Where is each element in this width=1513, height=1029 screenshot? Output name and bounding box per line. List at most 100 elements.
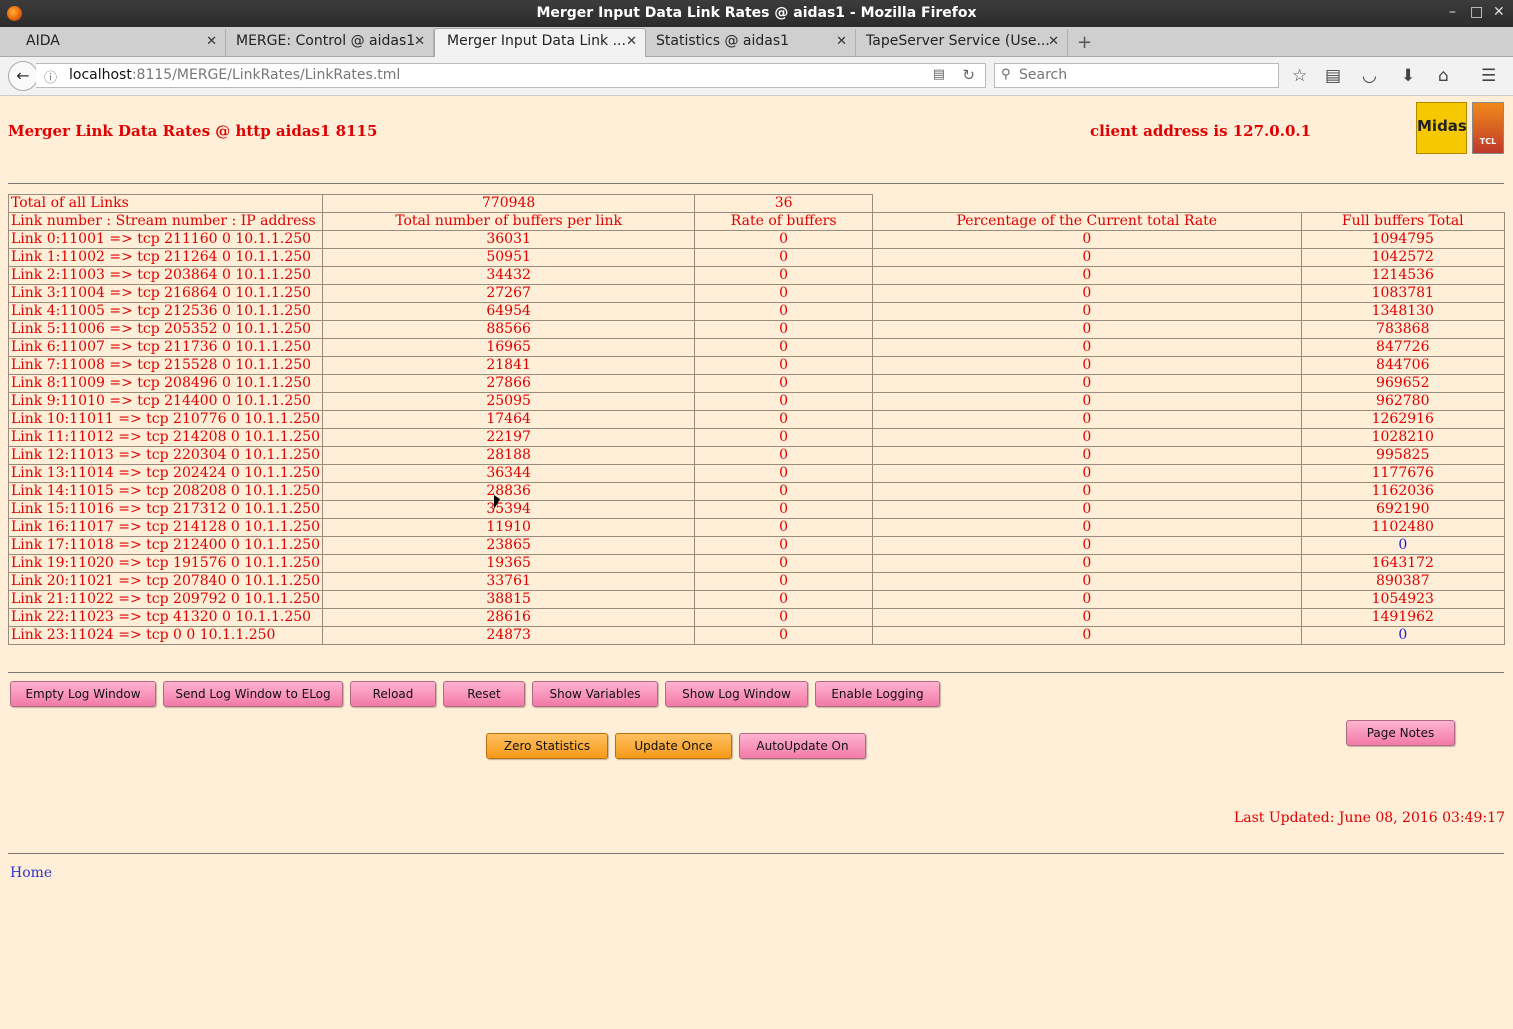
rate-cell: 0 — [694, 554, 874, 573]
percentage-cell: 0 — [872, 284, 1302, 303]
full-buffers-cell: 692190 — [1300, 500, 1506, 519]
table-row: Link 16:11017 => tcp 214128 0 10.1.1.250… — [8, 518, 1506, 537]
full-buffers-cell: 783868 — [1300, 320, 1506, 339]
buffers-cell: 27267 — [321, 284, 696, 303]
percentage-cell: 0 — [872, 302, 1302, 321]
tab-close-icon[interactable]: ✕ — [836, 34, 847, 49]
rate-cell: 0 — [694, 482, 874, 501]
home-link[interactable]: Home — [10, 865, 52, 881]
reload-button[interactable]: Reload — [350, 681, 436, 707]
buffers-cell: 64954 — [321, 302, 696, 321]
link-id-cell: Link 9:11010 => tcp 214400 0 10.1.1.250 — [8, 392, 323, 411]
send-log-to-elog-button[interactable]: Send Log Window to ELog — [163, 681, 343, 707]
reader-view-icon[interactable]: ▤ — [933, 67, 945, 82]
percentage-cell: 0 — [872, 500, 1302, 519]
tab-merge-control[interactable]: MERGE: Control @ aidas1 ✕ — [224, 29, 434, 56]
table-row: Link 17:11018 => tcp 212400 0 10.1.1.250… — [8, 536, 1506, 555]
update-once-button[interactable]: Update Once — [615, 733, 732, 759]
full-buffers-cell: 1028210 — [1300, 428, 1506, 447]
search-input[interactable] — [1017, 66, 1271, 84]
link-id-cell: Link 21:11022 => tcp 209792 0 10.1.1.250 — [8, 590, 323, 609]
tab-statistics[interactable]: Statistics @ aidas1 ✕ — [644, 29, 856, 56]
page-title: Merger Link Data Rates @ http aidas1 811… — [8, 122, 378, 140]
close-window-icon[interactable]: ✕ — [1493, 4, 1505, 20]
link-id-cell: Link 19:11020 => tcp 191576 0 10.1.1.250 — [8, 554, 323, 573]
rate-cell: 0 — [694, 320, 874, 339]
tab-close-icon[interactable]: ✕ — [206, 34, 217, 49]
buffers-cell: 17464 — [321, 410, 696, 429]
tab-tapeserver[interactable]: TapeServer Service (Use... ✕ — [854, 29, 1068, 56]
pocket-icon[interactable]: ◡ — [1362, 66, 1377, 86]
bookmarks-list-icon[interactable]: ▤ — [1325, 66, 1341, 86]
buffers-cell: 23865 — [321, 536, 696, 555]
total-buffers: 770948 — [321, 194, 696, 213]
percentage-cell: 0 — [872, 554, 1302, 573]
tab-close-icon[interactable]: ✕ — [1048, 34, 1059, 49]
bookmark-star-icon[interactable]: ☆ — [1292, 66, 1307, 86]
link-id-cell: Link 5:11006 => tcp 205352 0 10.1.1.250 — [8, 320, 323, 339]
reload-icon[interactable]: ↻ — [962, 66, 975, 84]
rate-cell: 0 — [694, 536, 874, 555]
rate-cell: 0 — [694, 572, 874, 591]
maximize-icon[interactable]: □ — [1470, 4, 1483, 20]
percentage-cell: 0 — [872, 482, 1302, 501]
minimize-icon[interactable]: – — [1449, 4, 1456, 20]
table-row: Link 20:11021 => tcp 207840 0 10.1.1.250… — [8, 572, 1506, 591]
tab-aida[interactable]: AIDA ✕ — [14, 29, 226, 56]
link-id-cell: Link 12:11013 => tcp 220304 0 10.1.1.250 — [8, 446, 323, 465]
rate-cell: 0 — [694, 284, 874, 303]
table-row: Link 13:11014 => tcp 202424 0 10.1.1.250… — [8, 464, 1506, 483]
search-box[interactable]: ⚲ — [994, 63, 1279, 88]
autoupdate-button[interactable]: AutoUpdate On — [739, 733, 866, 759]
url-text: localhost:8115/MERGE/LinkRates/LinkRates… — [69, 67, 401, 83]
link-id-cell: Link 0:11001 => tcp 211160 0 10.1.1.250 — [8, 230, 323, 249]
buffers-cell: 33761 — [321, 572, 696, 591]
mouse-cursor — [494, 495, 500, 509]
total-rate: 36 — [694, 194, 874, 213]
download-icon[interactable]: ⬇ — [1401, 66, 1415, 86]
tcl-logo: TCL — [1472, 102, 1504, 154]
home-icon[interactable]: ⌂ — [1438, 66, 1449, 86]
menu-icon[interactable]: ☰ — [1481, 66, 1496, 86]
link-id-cell: Link 8:11009 => tcp 208496 0 10.1.1.250 — [8, 374, 323, 393]
tab-close-icon[interactable]: ✕ — [626, 34, 637, 49]
link-id-cell: Link 17:11018 => tcp 212400 0 10.1.1.250 — [8, 536, 323, 555]
link-id-cell: Link 3:11004 => tcp 216864 0 10.1.1.250 — [8, 284, 323, 303]
show-log-window-button[interactable]: Show Log Window — [665, 681, 808, 707]
rate-cell: 0 — [694, 302, 874, 321]
new-tab-icon[interactable]: + — [1077, 32, 1092, 53]
table-row: Link 19:11020 => tcp 191576 0 10.1.1.250… — [8, 554, 1506, 573]
page-content: Merger Link Data Rates @ http aidas1 811… — [0, 96, 1513, 1029]
enable-logging-button[interactable]: Enable Logging — [815, 681, 940, 707]
link-id-cell: Link 20:11021 => tcp 207840 0 10.1.1.250 — [8, 572, 323, 591]
rate-cell: 0 — [694, 518, 874, 537]
full-buffers-cell: 962780 — [1300, 392, 1506, 411]
percentage-cell: 0 — [872, 572, 1302, 591]
percentage-cell: 0 — [872, 518, 1302, 537]
rate-cell: 0 — [694, 266, 874, 285]
empty-log-window-button[interactable]: Empty Log Window — [10, 681, 156, 707]
link-id-cell: Link 4:11005 => tcp 212536 0 10.1.1.250 — [8, 302, 323, 321]
header-row: Link number : Stream number : IP address… — [8, 212, 1506, 231]
rate-cell: 0 — [694, 374, 874, 393]
table-row: Link 22:11023 => tcp 41320 0 10.1.1.250 2… — [8, 608, 1506, 627]
page-notes-button[interactable]: Page Notes — [1346, 720, 1455, 746]
link-id-cell: Link 10:11011 => tcp 210776 0 10.1.1.250 — [8, 410, 323, 429]
back-arrow-icon[interactable]: ← — [8, 61, 38, 91]
full-buffers-cell: 1094795 — [1300, 230, 1506, 249]
full-buffers-cell: 1491962 — [1300, 608, 1506, 627]
rate-cell: 0 — [694, 590, 874, 609]
zero-statistics-button[interactable]: Zero Statistics — [486, 733, 608, 759]
tab-link-rates[interactable]: Merger Input Data Link ... ✕ — [434, 28, 646, 57]
info-icon[interactable]: ⓘ — [44, 67, 57, 86]
tab-close-icon[interactable]: ✕ — [414, 34, 425, 49]
full-buffers-cell: 0 — [1300, 626, 1506, 645]
window-titlebar: Merger Input Data Link Rates @ aidas1 - … — [0, 0, 1513, 27]
show-variables-button[interactable]: Show Variables — [532, 681, 658, 707]
url-bar[interactable]: ⓘ localhost:8115/MERGE/LinkRates/LinkRat… — [36, 63, 986, 88]
reset-button[interactable]: Reset — [443, 681, 525, 707]
column-header: Rate of buffers — [694, 212, 874, 231]
link-id-cell: Link 13:11014 => tcp 202424 0 10.1.1.250 — [8, 464, 323, 483]
rate-cell: 0 — [694, 356, 874, 375]
rate-cell: 0 — [694, 500, 874, 519]
